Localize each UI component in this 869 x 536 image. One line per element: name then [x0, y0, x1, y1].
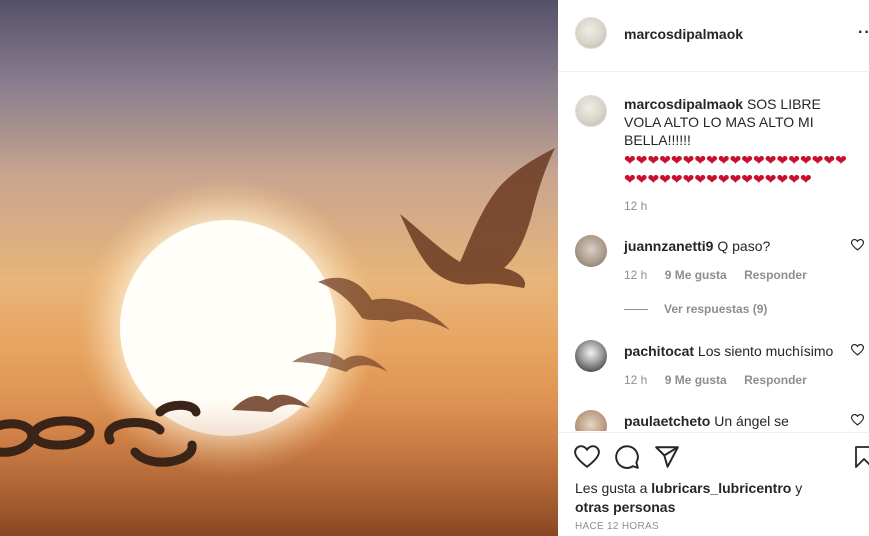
comment-text: pachitocat Los siento muchísimo [624, 342, 834, 360]
author-avatar[interactable] [575, 17, 607, 49]
caption-avatar[interactable] [575, 95, 607, 127]
post-panel: marcosdipalmaok ·· marcosdipalmaok SOS L… [558, 0, 869, 536]
share-icon[interactable] [654, 444, 680, 470]
reply-button[interactable]: Responder [744, 373, 807, 387]
commenter-avatar[interactable] [575, 340, 607, 372]
commenter-avatar[interactable] [575, 235, 607, 267]
comment-icon[interactable] [614, 444, 640, 470]
post-timestamp[interactable]: HACE 12 HORAS [575, 521, 659, 532]
caption-hearts: ❤❤❤❤❤❤❤❤❤❤❤❤❤❤❤❤❤❤❤❤❤❤❤❤❤❤❤❤❤❤❤❤❤❤❤ [624, 152, 847, 187]
comment-username[interactable]: paulaetcheto [624, 413, 710, 429]
comment-text: juannzanetti9 Q paso? [624, 237, 834, 255]
view-replies-button[interactable]: Ver respuestas (9) [624, 302, 767, 316]
comment-time[interactable]: 12 h [624, 268, 647, 282]
replies-divider-line [624, 309, 648, 311]
comment-likes[interactable]: 9 Me gusta [665, 268, 727, 282]
caption-username[interactable]: marcosdipalmaok [624, 96, 743, 112]
commenter-avatar[interactable] [575, 410, 607, 431]
likes-user[interactable]: lubricars_lubricentro [651, 480, 791, 496]
comment-meta: 12 h 9 Me gusta Responder [624, 373, 821, 387]
likes-prefix: Les gusta a [575, 480, 652, 496]
sunset-birds-chain-image [0, 148, 558, 536]
comment-body: Los siento muchísimo [694, 343, 834, 359]
comment-heart-icon[interactable] [851, 239, 864, 251]
comment-heart-icon[interactable] [851, 344, 864, 356]
comment-heart-icon[interactable] [851, 414, 864, 426]
likes-summary: Les gusta a lubricars_lubricentro y otra… [575, 479, 835, 517]
comment-body: Q paso? [713, 238, 771, 254]
caption-time[interactable]: 12 h [624, 199, 647, 213]
comment-username[interactable]: pachitocat [624, 343, 694, 359]
post-photo[interactable] [0, 0, 558, 536]
reply-button[interactable]: Responder [744, 268, 807, 282]
more-horizontal-icon[interactable]: ·· [858, 24, 869, 42]
view-replies-label: Ver respuestas (9) [664, 302, 768, 316]
likes-middle: y [791, 480, 803, 496]
comment-username[interactable]: juannzanetti9 [624, 238, 713, 254]
comment-time[interactable]: 12 h [624, 373, 647, 387]
likes-others[interactable]: otras personas [575, 499, 675, 515]
comment-meta: 12 h 9 Me gusta Responder [624, 268, 821, 282]
author-username[interactable]: marcosdipalmaok [624, 26, 743, 42]
comments-list[interactable]: marcosdipalmaok SOS LIBRE VOLA ALTO LO M… [558, 73, 869, 431]
bookmark-icon[interactable] [854, 444, 869, 470]
post-actions: Les gusta a lubricars_lubricentro y otra… [558, 432, 869, 536]
post-header: marcosdipalmaok ·· [558, 0, 869, 72]
comment-text: paulaetcheto Un ángel se [624, 412, 834, 430]
caption-text: marcosdipalmaok SOS LIBRE VOLA ALTO LO M… [624, 95, 856, 149]
heart-icon[interactable] [574, 444, 600, 470]
comment-body: Un ángel se [710, 413, 789, 429]
comment-likes[interactable]: 9 Me gusta [665, 373, 727, 387]
